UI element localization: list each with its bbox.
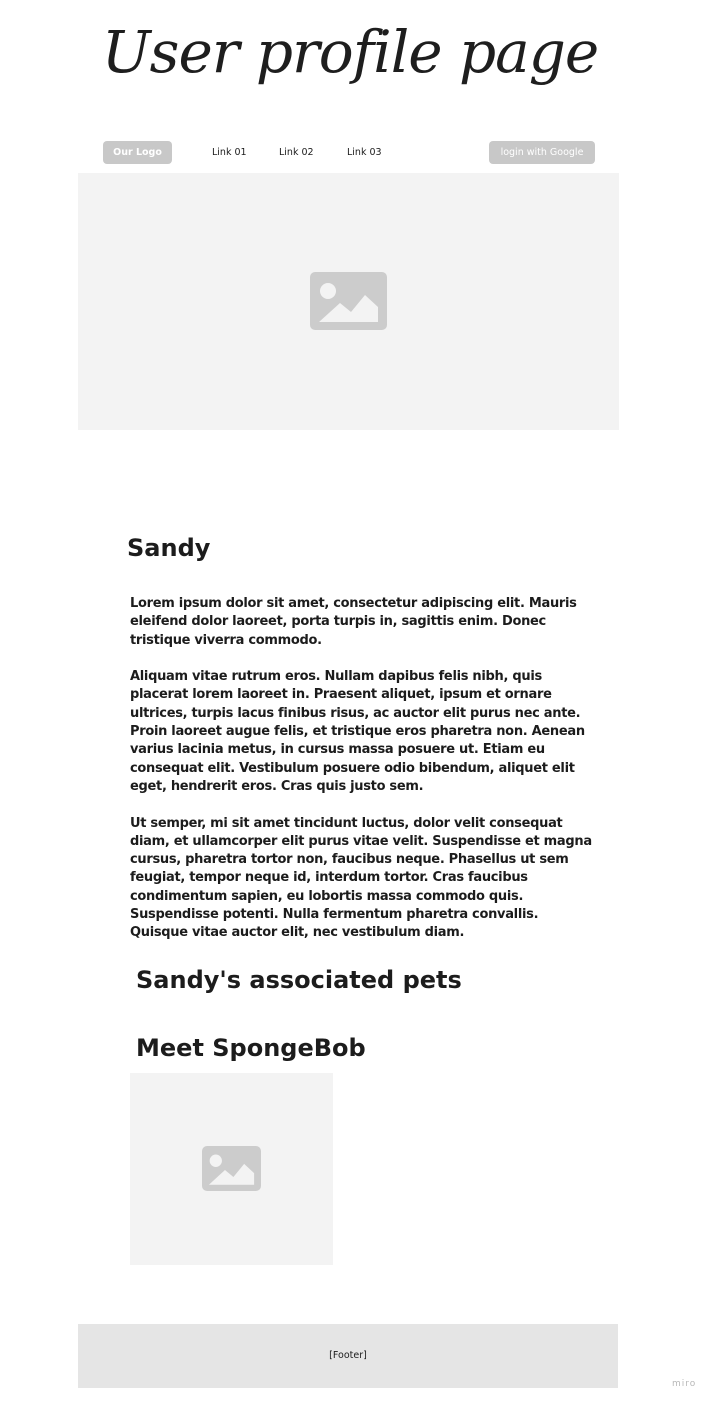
footer: [Footer] (78, 1324, 618, 1388)
nav-link-02[interactable]: Link 02 (279, 141, 314, 164)
top-navigation: Our Logo Link 01 Link 02 Link 03 login w… (78, 140, 618, 166)
pet-image-placeholder (130, 1073, 333, 1265)
bio-paragraph: Lorem ipsum dolor sit amet, consectetur … (130, 596, 577, 648)
login-with-google-button[interactable]: login with Google (489, 141, 595, 164)
associated-pets-heading: Sandy's associated pets (136, 966, 462, 994)
bio-paragraph: Aliquam vitae rutrum eros. Nullam dapibu… (130, 669, 585, 794)
bio-paragraph: Ut semper, mi sit amet tincidunt luctus,… (130, 815, 592, 941)
nav-link-01[interactable]: Link 01 (212, 141, 247, 164)
page-title: User profile page (101, 18, 599, 86)
pet-title: Meet SpongeBob (136, 1034, 366, 1062)
image-placeholder-icon (202, 1146, 261, 1191)
profile-bio: Lorem ipsum dolor sit amet, consectetur … (130, 595, 600, 961)
nav-link-03[interactable]: Link 03 (347, 141, 382, 164)
logo-button[interactable]: Our Logo (103, 141, 172, 164)
hero-image-placeholder (78, 173, 619, 430)
miro-watermark: miro (672, 1379, 697, 1389)
image-placeholder-icon (310, 272, 387, 330)
profile-name: Sandy (127, 534, 211, 562)
